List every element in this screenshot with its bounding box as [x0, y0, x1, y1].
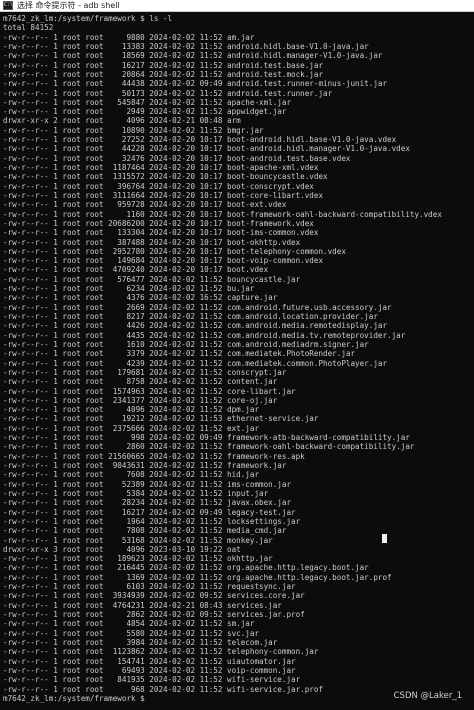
- terminal-line: -rw-r--r-- 1 root root 3111664 2024-02-2…: [3, 190, 324, 200]
- cmd-icon: C:\: [3, 1, 14, 10]
- terminal-line: -rw-r--r-- 1 root root 959728 2024-02-20…: [3, 200, 287, 210]
- terminal-line: -rw-r--r-- 1 root root 52389 2024-02-02 …: [3, 479, 292, 489]
- terminal-line: -rw-r--r-- 1 root root 44228 2024-02-20 …: [3, 144, 410, 154]
- terminal-line: total 84152: [3, 23, 54, 33]
- terminal-line: -rw-r--r-- 1 root root 2949 2024-02-02 1…: [3, 107, 287, 117]
- terminal-line: -rw-r--r-- 1 root root 998 2024-02-02 09…: [3, 433, 410, 443]
- terminal-line: -rw-r--r-- 1 root root 396764 2024-02-20…: [3, 181, 314, 191]
- terminal-line: -rw-r--r-- 1 root root 16217 2024-02-02 …: [3, 60, 324, 70]
- terminal-line: -rw-r--r-- 1 root root 1187464 2024-02-2…: [3, 163, 319, 172]
- terminal-line: drwxr-xr-x 2 root root 4096 2024-02-21 0…: [3, 116, 241, 126]
- terminal-line: -rw-r--r-- 1 root root 8217 2024-02-02 1…: [3, 312, 378, 321]
- terminal-line: -rw-r--r-- 1 root root 53168 2024-02-02 …: [3, 535, 273, 545]
- terminal-line: -rw-r--r-- 1 root root 3984 2024-02-02 1…: [3, 637, 278, 647]
- terminal-line: -rw-r--r-- 1 root root 216445 2024-02-02…: [3, 563, 369, 573]
- terminal-line: -rw-r--r-- 1 root root 13383 2024-02-02 …: [3, 41, 369, 51]
- terminal-line: -rw-r--r-- 1 root root 4435 2024-02-02 1…: [3, 330, 406, 340]
- watermark: CSDN @Laker_1: [393, 691, 462, 701]
- terminal-line: -rw-r--r-- 1 root root 2669 2024-02-02 1…: [3, 302, 392, 312]
- terminal-window: C:\ 选择 命令提示符 - adb shell m7642_zk_lm:/sy…: [0, 0, 474, 710]
- terminal-line: -rw-r--r-- 1 root root 7608 2024-02-02 1…: [3, 470, 260, 480]
- terminal-line: -rw-r--r-- 1 root root 1610 2024-02-02 1…: [3, 339, 369, 349]
- terminal-line: -rw-r--r-- 1 root root 387488 2024-02-20…: [3, 237, 301, 247]
- terminal-line: -rw-r--r-- 1 root root 154741 2024-02-02…: [3, 656, 296, 666]
- terminal-line: -rw-r--r-- 1 root root 3379 2024-02-02 1…: [3, 349, 356, 359]
- terminal-line: -rw-r--r-- 1 root root 44438 2024-02-02 …: [3, 79, 388, 89]
- terminal-line: -rw-r--r-- 1 root root 3934939 2024-02-0…: [3, 591, 305, 601]
- terminal-line: -rw-r--r-- 1 root root 5384 2024-02-02 1…: [3, 488, 269, 498]
- terminal-line: -rw-r--r-- 1 root root 28234 2024-02-02 …: [3, 498, 292, 508]
- terminal-line: -rw-r--r-- 1 root root 18569 2024-02-02 …: [3, 51, 383, 61]
- terminal-line: -rw-r--r-- 1 root root 20686200 2024-02-…: [3, 218, 314, 228]
- terminal-line: -rw-r--r-- 1 root root 4239 2024-02-02 1…: [3, 358, 388, 368]
- window-title: 选择 命令提示符 - adb shell: [17, 1, 120, 10]
- prompt-line: m7642_zk_lm:/system/framework $ ls -l: [3, 14, 173, 23]
- terminal-line: -rw-r--r-- 1 root root 1315572 2024-02-2…: [3, 172, 328, 182]
- terminal-line: -rw-r--r-- 1 root root 149684 2024-02-20…: [3, 256, 324, 266]
- terminal-output[interactable]: m7642_zk_lm:/system/framework $ ls -l tot…: [3, 14, 473, 708]
- terminal-line: -rw-r--r-- 1 root root 4426 2024-02-02 1…: [3, 321, 388, 331]
- terminal-line: -rw-r--r-- 1 root root 6103 2024-02-02 1…: [3, 582, 296, 592]
- terminal-line: -rw-r--r-- 1 root root 2952780 2024-02-2…: [3, 246, 346, 256]
- terminal-line: -rw-r--r-- 1 root root 1964 2024-02-02 1…: [3, 516, 301, 526]
- terminal-line: -rw-r--r-- 1 root root 5580 2024-02-02 1…: [3, 628, 260, 638]
- terminal-line: -rw-r--r-- 1 root root 8758 2024-02-02 1…: [3, 377, 278, 387]
- terminal-line: -rw-r--r-- 1 root root 179681 2024-02-02…: [3, 367, 287, 377]
- terminal-line: -rw-r--r-- 1 root root 9880 2024-02-02 1…: [3, 32, 255, 42]
- terminal-line: -rw-r--r-- 1 root root 1160 2024-02-20 1…: [3, 209, 442, 219]
- terminal-line: -rw-r--r-- 1 root root 4376 2024-02-02 1…: [3, 293, 278, 303]
- terminal-line: -rw-r--r-- 1 root root 69493 2024-02-02 …: [3, 665, 296, 675]
- title-bar[interactable]: C:\ 选择 命令提示符 - adb shell: [0, 0, 474, 12]
- terminal-line: -rw-r--r-- 1 root root 1123862 2024-02-0…: [3, 647, 319, 657]
- terminal-line: -rw-r--r-- 1 root root 576477 2024-02-02…: [3, 274, 301, 284]
- terminal-line: -rw-r--r-- 1 root root 2862 2024-02-02 0…: [3, 610, 305, 619]
- terminal-line: -rw-r--r-- 1 root root 545847 2024-02-02…: [3, 97, 292, 107]
- terminal-line: drwxr-xr-x 3 root root 4096 2023-03-10 1…: [3, 544, 241, 554]
- terminal-line: -rw-r--r-- 1 root root 133304 2024-02-20…: [3, 228, 319, 238]
- terminal-line: -rw-r--r-- 1 root root 10890 2024-02-02 …: [3, 125, 264, 135]
- terminal-line: -rw-r--r-- 1 root root 2341377 2024-02-0…: [3, 395, 278, 405]
- text-cursor: [382, 534, 387, 543]
- terminal-line: -rw-r--r-- 1 root root 841935 2024-02-02…: [3, 675, 301, 685]
- terminal-line: -rw-r--r-- 1 root root 27252 2024-02-20 …: [3, 135, 397, 145]
- terminal-line: -rw-r--r-- 1 root root 1369 2024-02-02 1…: [3, 572, 392, 582]
- terminal-line: -rw-r--r-- 1 root root 9043631 2024-02-0…: [3, 461, 287, 470]
- terminal-line: -rw-r--r-- 1 root root 19212 2024-02-02 …: [3, 414, 319, 424]
- terminal-line: -rw-r--r-- 1 root root 4709240 2024-02-2…: [3, 265, 269, 275]
- terminal-line: -rw-r--r-- 1 root root 32476 2024-02-20 …: [3, 153, 351, 163]
- terminal-line: -rw-r--r-- 1 root root 4764231 2024-02-2…: [3, 600, 282, 610]
- terminal-line: -rw-r--r-- 1 root root 16217 2024-02-02 …: [3, 507, 296, 517]
- terminal-line: -rw-r--r-- 1 root root 2860 2024-02-02 1…: [3, 442, 415, 452]
- terminal-line: -rw-r--r-- 1 root root 4096 2024-02-02 1…: [3, 405, 260, 415]
- terminal-line: -rw-r--r-- 1 root root 1574963 2024-02-0…: [3, 386, 296, 396]
- terminal-line: -rw-r--r-- 1 root root 4854 2024-02-02 1…: [3, 619, 255, 629]
- terminal-line: -rw-r--r-- 1 root root 2375666 2024-02-0…: [3, 423, 260, 433]
- terminal-line: -rw-r--r-- 1 root root 20864 2024-02-02 …: [3, 69, 324, 79]
- terminal-line: -rw-r--r-- 1 root root 21560665 2024-02-…: [3, 451, 305, 461]
- terminal-line: -rw-r--r-- 1 root root 7808 2024-02-02 1…: [3, 526, 287, 536]
- terminal-line: -rw-r--r-- 1 root root 189623 2024-02-02…: [3, 554, 273, 564]
- terminal-line: -rw-r--r-- 1 root root 50173 2024-02-02 …: [3, 88, 333, 98]
- terminal-line: -rw-r--r-- 1 root root 6234 2024-02-02 1…: [3, 284, 255, 294]
